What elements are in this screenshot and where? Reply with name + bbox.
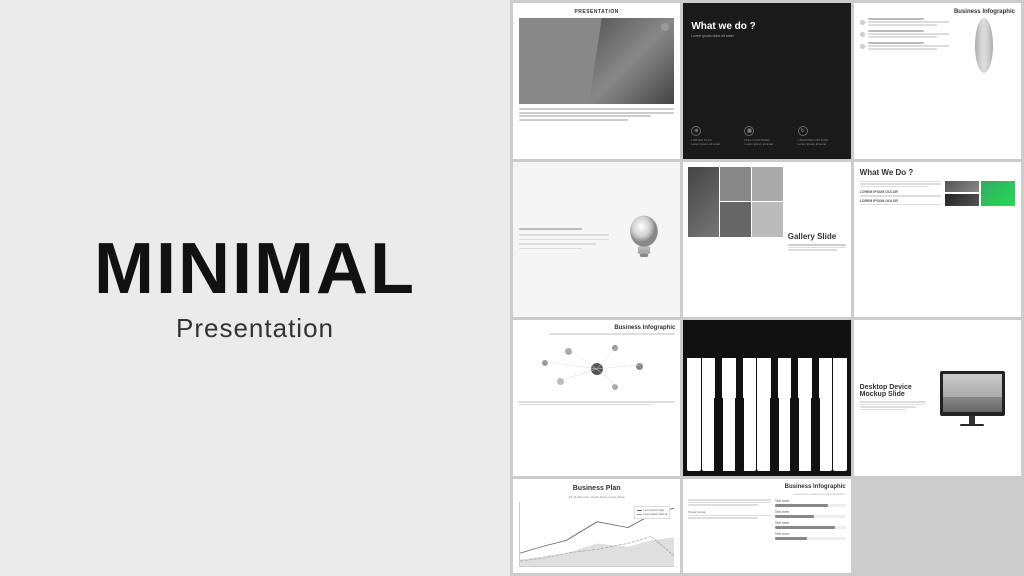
- slide-6-content: LOREM IPSUM DOLOR LOREM IPSUM DOLOR: [860, 181, 1015, 207]
- slide-10-sub: It's all about the simple facts people f…: [519, 495, 674, 499]
- hero-panel: MINIMAL Presentation: [0, 0, 510, 576]
- slides-grid: PRESENTATION What we do ? Lorem ipsum do…: [510, 0, 1024, 576]
- network-diagram: [518, 339, 675, 399]
- slide-2[interactable]: What we do ? Lorem ipsum dolor sit amet …: [683, 3, 850, 159]
- slide-11[interactable]: Business Infographic Lorem ipsum dolor s…: [683, 479, 850, 573]
- slide-3-title: Business Infographic: [860, 9, 1015, 15]
- bulb-image: [614, 168, 674, 312]
- slide-4[interactable]: [513, 162, 680, 318]
- slide-1[interactable]: PRESENTATION: [513, 3, 680, 159]
- slide-3[interactable]: Business Infographic: [854, 3, 1021, 159]
- slide-4-text: [519, 168, 609, 312]
- slide-9-text: Desktop DeviceMockup Slide: [860, 326, 926, 470]
- slide-11-progress: Text here Text here Text here Text here: [775, 499, 846, 540]
- slide-7[interactable]: Business Infographic: [513, 320, 680, 476]
- slide-8[interactable]: [683, 320, 850, 476]
- icon-item-2: ▦ FULL CUSTOMARLorem ipsum sit amet: [744, 126, 789, 147]
- slide-3-content: [860, 18, 1015, 73]
- slide-2-sub: Lorem ipsum dolor sit amet: [691, 34, 782, 38]
- slide-2-icons: ⊕ LIMITED PLANLorem ipsum sit amet ▦ FUL…: [691, 126, 842, 151]
- slide-5[interactable]: Gallery Slide: [683, 162, 850, 318]
- slide-11-sub: Lorem ipsum dolor sit amet consectetur: [688, 492, 845, 496]
- slide-10-title: Business Plan: [519, 485, 674, 492]
- hero-subtitle: Presentation: [176, 313, 334, 344]
- gallery-title: Gallery Slide: [788, 232, 846, 241]
- slide-6-title: What We Do ?: [860, 168, 1015, 177]
- slide-11-text: Panel rating: [688, 499, 771, 540]
- hero-title: MINIMAL: [94, 233, 416, 305]
- slide-7-title: Business Infographic: [518, 325, 675, 331]
- slide-6-photos: [945, 181, 1015, 207]
- icon-1-label: LIMITED PLANLorem ipsum sit amet: [691, 138, 720, 147]
- icon-3-label: UNLIMITED OPTIONSLorem ipsum sit amet: [798, 138, 829, 147]
- icon-2-label: FULL CUSTOMARLorem ipsum sit amet: [744, 138, 773, 147]
- slide-3-text: [860, 18, 949, 73]
- gallery-info: Gallery Slide: [788, 172, 846, 313]
- slide-2-title: What we do ?: [691, 21, 842, 32]
- slide-9-title: Desktop DeviceMockup Slide: [860, 384, 926, 398]
- slide-6[interactable]: What We Do ? LOREM IPSUM DOLOR LOREM IPS…: [854, 162, 1021, 318]
- icon-item-3: ↻ UNLIMITED OPTIONSLorem ipsum sit amet: [798, 126, 843, 147]
- refresh-icon: ↻: [798, 126, 808, 136]
- slide-6-text: LOREM IPSUM DOLOR LOREM IPSUM DOLOR: [860, 181, 941, 207]
- gallery-photos: [688, 167, 782, 237]
- slide-11-title: Business Infographic: [688, 484, 845, 490]
- slide-1-label: PRESENTATION: [519, 9, 674, 15]
- icon-item-1: ⊕ LIMITED PLANLorem ipsum sit amet: [691, 126, 736, 147]
- chart-area: Lorem ipsum dolor Lorem ipsum dolor sit: [519, 502, 674, 567]
- slide-10[interactable]: Business Plan It's all about the simple …: [513, 479, 680, 573]
- slide-3-shape: [953, 18, 1015, 73]
- slide-9[interactable]: Desktop DeviceMockup Slide: [854, 320, 1021, 476]
- slide-1-image: [519, 18, 674, 104]
- chart-icon: ▦: [744, 126, 754, 136]
- globe-icon: ⊕: [691, 126, 701, 136]
- desktop-mockup: [930, 326, 1015, 470]
